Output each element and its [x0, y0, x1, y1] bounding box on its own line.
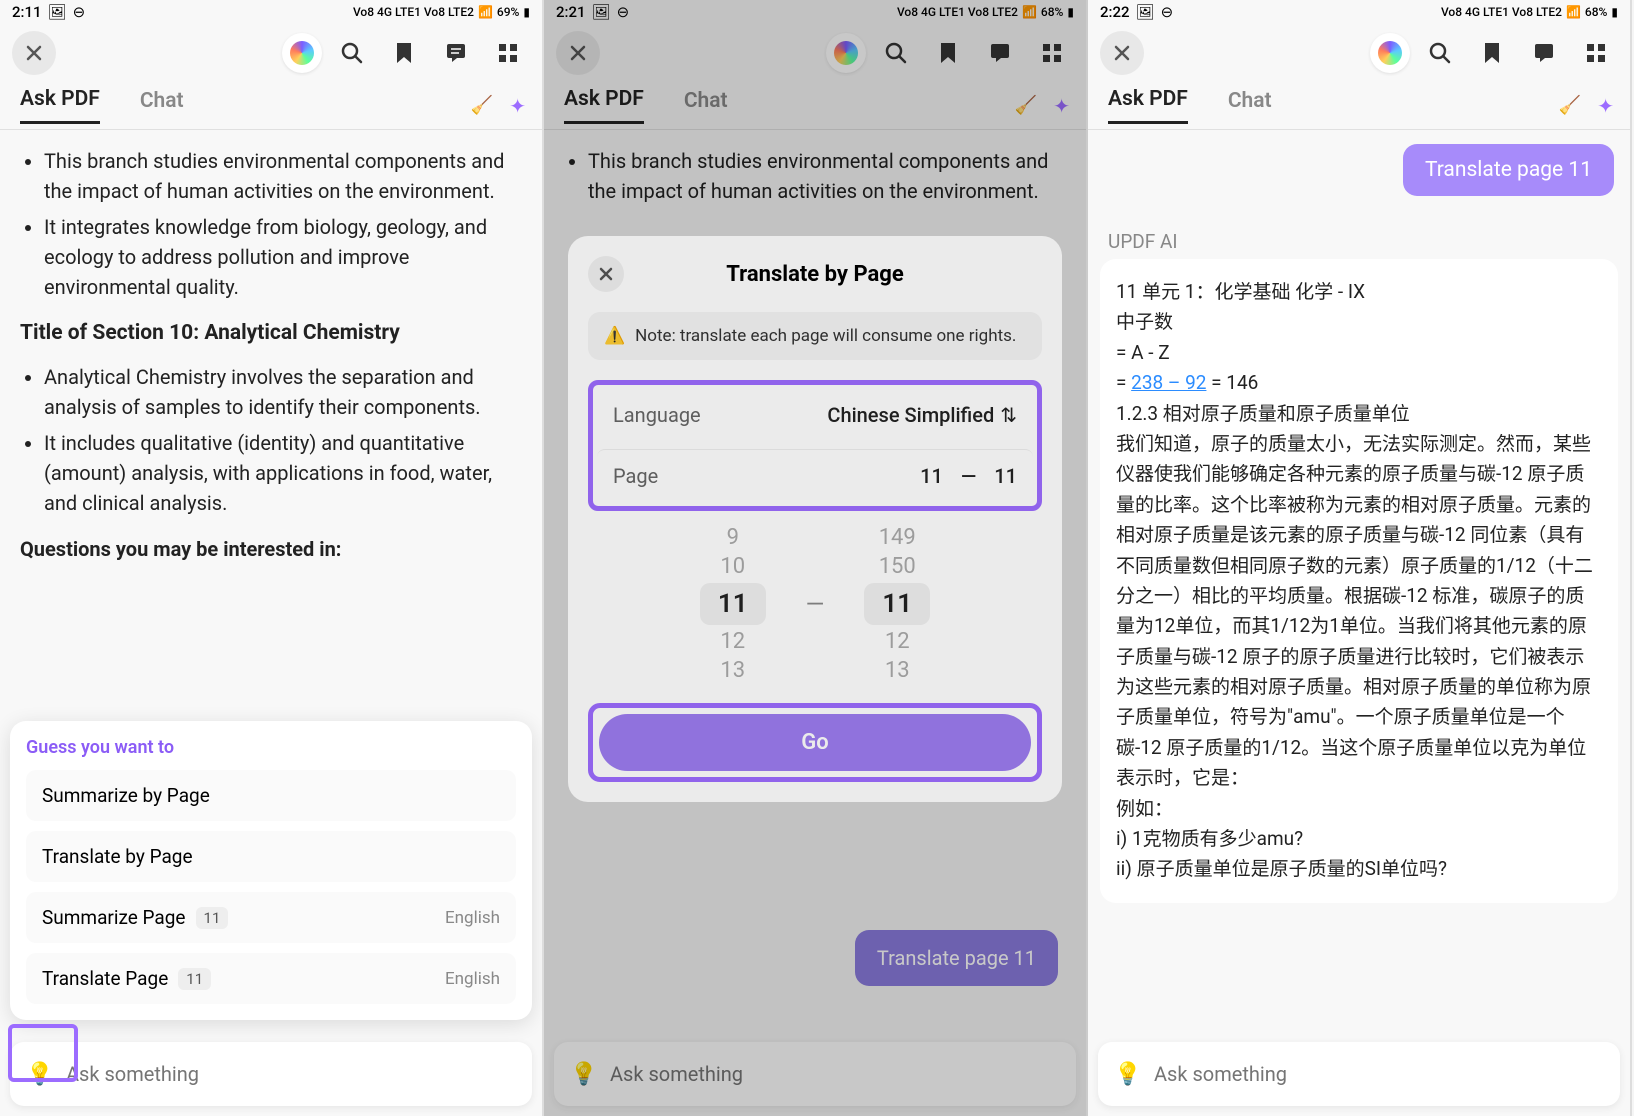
search-button[interactable]	[330, 31, 374, 75]
chat-content: This branch studies environmental compon…	[0, 130, 542, 580]
section-title: Title of Section 10: Analytical Chemistr…	[20, 318, 522, 350]
screen-translate-modal: 2:21 🖼 ⊖ Vo8 4G LTE1 Vo8 LTE2 📶 68% ▮	[544, 0, 1088, 1116]
broom-icon[interactable]: 🧹	[1559, 95, 1581, 116]
note-text: Note: translate each page will consume o…	[635, 326, 1016, 346]
clock: 2:11	[12, 3, 42, 21]
status-bar: 2:22 🖼 ⊖ Vo8 4G LTE1 Vo8 LTE2 📶 68% ▮	[1088, 0, 1630, 24]
picker-to[interactable]: 149 150 11 12 13	[864, 525, 930, 683]
ask-input-bar: 💡	[10, 1042, 532, 1106]
image-icon: 🖼	[1136, 3, 1155, 21]
comment-button[interactable]	[1522, 31, 1566, 75]
guess-label: Summarize by Page	[42, 784, 210, 807]
modal-close-button[interactable]	[588, 256, 624, 292]
broom-icon[interactable]: 🧹	[471, 95, 493, 116]
picker-from[interactable]: 9 10 11 12 13	[700, 525, 766, 683]
page-badge: 11	[196, 907, 229, 929]
sparkle-icon[interactable]: ✦	[509, 94, 526, 118]
guess-item-summarize-by-page[interactable]: Summarize by Page	[26, 770, 516, 821]
go-button[interactable]: Go	[599, 714, 1031, 771]
page-badge: 11	[178, 968, 211, 990]
grid-button[interactable]	[1574, 31, 1618, 75]
warning-icon: ⚠️	[604, 326, 625, 346]
bullet-item: This branch studies environmental compon…	[44, 146, 522, 206]
tabs: Ask PDF Chat 🧹 ✦	[1088, 82, 1630, 130]
bullet-item: It integrates knowledge from biology, ge…	[44, 212, 522, 302]
screen-ask-pdf: 2:11 🖼 ⊖ Vo8 4G LTE1 Vo8 LTE2 📶 69% ▮	[0, 0, 544, 1116]
search-button[interactable]	[1418, 31, 1462, 75]
comment-button[interactable]	[434, 31, 478, 75]
close-button[interactable]	[12, 31, 56, 75]
ai-message: 11 单元 1：化学基础 化学 - IX 中子数 = A - Z = 238 –…	[1100, 259, 1618, 903]
signal-text: Vo8 4G LTE1 Vo8 LTE2	[353, 5, 474, 19]
top-bar	[0, 24, 542, 82]
language-value: Chinese Simplified	[827, 403, 994, 427]
top-bar	[1088, 24, 1630, 82]
guess-label: Translate Page	[42, 967, 168, 990]
image-icon: 🖼	[48, 3, 67, 21]
field-label: Page	[613, 464, 658, 488]
fields-highlight: Language Chinese Simplified ⇅ Page 11 — …	[588, 380, 1042, 511]
guess-label: Translate by Page	[42, 845, 193, 868]
bullet-item: Analytical Chemistry involves the separa…	[44, 362, 522, 422]
language-label: English	[445, 908, 500, 928]
app-logo[interactable]	[1370, 33, 1410, 73]
status-bar: 2:11 🖼 ⊖ Vo8 4G LTE1 Vo8 LTE2 📶 69% ▮	[0, 0, 542, 24]
chat-area: Translate page 11 UPDF AI 11 单元 1：化学基础 化…	[1088, 130, 1630, 903]
questions-heading: Questions you may be interested in:	[20, 534, 522, 564]
battery-icon: ▮	[523, 5, 530, 19]
guess-panel: Guess you want to Summarize by Page Tran…	[10, 721, 532, 1020]
translate-modal: Translate by Page ⚠️ Note: translate eac…	[568, 236, 1062, 802]
tab-chat[interactable]: Chat	[1228, 89, 1272, 123]
user-message: Translate page 11	[1403, 144, 1614, 196]
sparkle-icon[interactable]: ✦	[1597, 94, 1614, 118]
calc-link[interactable]: 238 – 92	[1131, 371, 1206, 394]
tab-chat[interactable]: Chat	[140, 89, 184, 123]
signal-bars-icon: 📶	[478, 5, 493, 19]
dnd-icon: ⊖	[1161, 3, 1174, 21]
ask-input[interactable]	[66, 1062, 516, 1086]
modal-note: ⚠️ Note: translate each page will consum…	[588, 312, 1042, 360]
guess-title: Guess you want to	[26, 737, 516, 758]
dash: —	[961, 464, 976, 488]
bookmark-button[interactable]	[382, 31, 426, 75]
battery-icon: ▮	[1611, 5, 1618, 19]
page-from: 11	[920, 464, 943, 488]
language-label: English	[445, 969, 500, 989]
page-to: 11	[994, 464, 1017, 488]
battery-text: 68%	[1585, 5, 1607, 19]
grid-button[interactable]	[486, 31, 530, 75]
tab-ask-pdf[interactable]: Ask PDF	[20, 87, 100, 124]
go-highlight: Go	[588, 703, 1042, 782]
app-logo[interactable]	[282, 33, 322, 73]
clock: 2:22	[1100, 3, 1130, 21]
ai-label: UPDF AI	[1088, 210, 1630, 259]
bulb-icon[interactable]: 💡	[1114, 1060, 1142, 1088]
picker-dash: —	[806, 590, 825, 618]
updown-icon: ⇅	[1000, 403, 1017, 427]
tab-ask-pdf[interactable]: Ask PDF	[1108, 87, 1188, 124]
guess-item-summarize-page[interactable]: Summarize Page 11 English	[26, 892, 516, 943]
dnd-icon: ⊖	[73, 3, 86, 21]
ask-input-bar: 💡	[1098, 1042, 1620, 1106]
modal-title: Translate by Page	[624, 262, 1006, 287]
language-field[interactable]: Language Chinese Simplified ⇅	[597, 389, 1033, 441]
field-label: Language	[613, 403, 701, 427]
page-picker[interactable]: 9 10 11 12 13 — 149 150 11 12 13	[588, 525, 1042, 683]
signal-text: Vo8 4G LTE1 Vo8 LTE2	[1441, 5, 1562, 19]
close-button[interactable]	[1100, 31, 1144, 75]
guess-label: Summarize Page	[42, 906, 186, 929]
bullet-item: It includes qualitative (identity) and q…	[44, 428, 522, 518]
signal-bars-icon: 📶	[1566, 5, 1581, 19]
page-field[interactable]: Page 11 — 11	[597, 449, 1033, 502]
screen-result: 2:22 🖼 ⊖ Vo8 4G LTE1 Vo8 LTE2 📶 68% ▮	[1088, 0, 1632, 1116]
guess-item-translate-by-page[interactable]: Translate by Page	[26, 831, 516, 882]
highlight-box	[8, 1024, 78, 1082]
tabs: Ask PDF Chat 🧹 ✦	[0, 82, 542, 130]
ask-input[interactable]	[1154, 1062, 1604, 1086]
guess-item-translate-page[interactable]: Translate Page 11 English	[26, 953, 516, 1004]
bookmark-button[interactable]	[1470, 31, 1514, 75]
battery-text: 69%	[497, 5, 519, 19]
